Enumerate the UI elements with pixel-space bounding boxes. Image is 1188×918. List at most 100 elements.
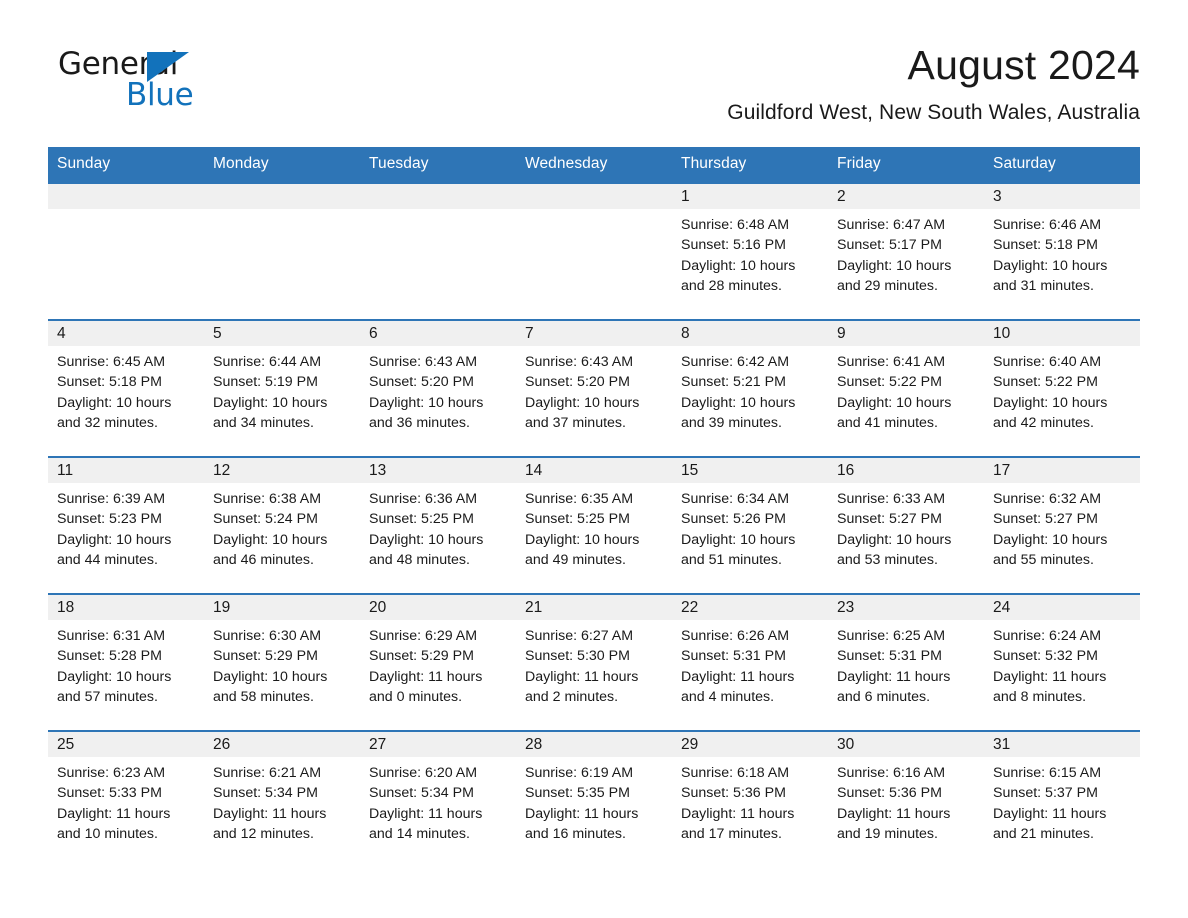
day-number: 3 xyxy=(984,184,1140,209)
day-number: 12 xyxy=(204,458,360,483)
day-detail-line: Sunrise: 6:26 AM xyxy=(681,628,790,644)
day-detail-line: Sunrise: 6:32 AM xyxy=(993,491,1102,507)
day-details: Sunrise: 6:45 AM Sunset: 5:18 PM Daylight:… xyxy=(48,346,204,433)
calendar-day-cell-empty xyxy=(516,182,672,320)
calendar-day-cell[interactable]: 3 Sunrise: 6:46 AM Sunset: 5:18 PM Daylight… xyxy=(984,182,1140,320)
calendar-day-cell[interactable]: 9 Sunrise: 6:41 AM Sunset: 5:22 PM Daylight… xyxy=(828,319,984,457)
generalblue-logo[interactable]: General Blue xyxy=(48,44,248,118)
calendar-day-cell[interactable]: 29 Sunrise: 6:18 AM Sunset: 5:36 PM Dayligh… xyxy=(672,730,828,867)
day-detail-line: Daylight: 11 hours xyxy=(369,668,483,685)
day-number xyxy=(360,184,516,209)
day-detail-line: and 16 minutes. xyxy=(525,825,626,842)
calendar-day-cell[interactable]: 28 Sunrise: 6:19 AM Sunset: 5:35 PM Dayligh… xyxy=(516,730,672,867)
day-details xyxy=(204,209,360,215)
day-detail-line: Sunset: 5:35 PM xyxy=(525,785,630,802)
day-detail-line: Sunset: 5:27 PM xyxy=(993,511,1098,528)
calendar-day-cell[interactable]: 21 Sunrise: 6:27 AM Sunset: 5:30 PM Dayligh… xyxy=(516,593,672,731)
day-detail-line: Sunrise: 6:21 AM xyxy=(213,765,322,781)
weekday-header-monday: Monday xyxy=(204,147,360,183)
day-detail-line: Daylight: 10 hours xyxy=(213,531,328,548)
day-number: 26 xyxy=(204,732,360,757)
day-details: Sunrise: 6:31 AM Sunset: 5:28 PM Daylight:… xyxy=(48,620,204,707)
calendar-week-row: 25 Sunrise: 6:23 AM Sunset: 5:33 PM Dayligh… xyxy=(48,730,1140,867)
day-detail-line: Sunrise: 6:45 AM xyxy=(57,354,166,370)
calendar-day-cell[interactable]: 10 Sunrise: 6:40 AM Sunset: 5:22 PM Dayligh… xyxy=(984,319,1140,457)
day-number: 16 xyxy=(828,458,984,483)
calendar-day-cell[interactable]: 5 Sunrise: 6:44 AM Sunset: 5:19 PM Daylight… xyxy=(204,319,360,457)
day-detail-line: Sunset: 5:24 PM xyxy=(213,511,318,528)
day-detail-line: Sunset: 5:22 PM xyxy=(837,374,942,391)
day-details: Sunrise: 6:36 AM Sunset: 5:25 PM Daylight:… xyxy=(360,483,516,570)
day-detail-line: Sunset: 5:26 PM xyxy=(681,511,786,528)
day-detail-line: and 6 minutes. xyxy=(837,688,931,705)
day-detail-line: Sunrise: 6:24 AM xyxy=(993,628,1102,644)
calendar-day-cell[interactable]: 24 Sunrise: 6:24 AM Sunset: 5:32 PM Dayligh… xyxy=(984,593,1140,731)
calendar-day-cell[interactable]: 19 Sunrise: 6:30 AM Sunset: 5:29 PM Dayligh… xyxy=(204,593,360,731)
day-detail-line: Sunset: 5:20 PM xyxy=(369,374,474,391)
calendar-day-cell[interactable]: 25 Sunrise: 6:23 AM Sunset: 5:33 PM Dayligh… xyxy=(48,730,204,867)
calendar-day-cell[interactable]: 6 Sunrise: 6:43 AM Sunset: 5:20 PM Daylight… xyxy=(360,319,516,457)
day-detail-line: Sunrise: 6:39 AM xyxy=(57,491,166,507)
calendar-week-row: 11 Sunrise: 6:39 AM Sunset: 5:23 PM Dayligh… xyxy=(48,456,1140,594)
day-details: Sunrise: 6:34 AM Sunset: 5:26 PM Daylight:… xyxy=(672,483,828,570)
day-detail-line: Sunrise: 6:23 AM xyxy=(57,765,166,781)
day-detail-line: Sunrise: 6:41 AM xyxy=(837,354,946,370)
day-details xyxy=(516,209,672,215)
day-detail-line: and 19 minutes. xyxy=(837,825,938,842)
calendar-day-cell[interactable]: 16 Sunrise: 6:33 AM Sunset: 5:27 PM Dayligh… xyxy=(828,456,984,594)
day-details: Sunrise: 6:33 AM Sunset: 5:27 PM Daylight:… xyxy=(828,483,984,570)
day-detail-line: and 0 minutes. xyxy=(369,688,463,705)
calendar-day-cell[interactable]: 4 Sunrise: 6:45 AM Sunset: 5:18 PM Daylight… xyxy=(48,319,204,457)
day-details: Sunrise: 6:29 AM Sunset: 5:29 PM Daylight:… xyxy=(360,620,516,707)
calendar-day-cell[interactable]: 30 Sunrise: 6:16 AM Sunset: 5:36 PM Dayligh… xyxy=(828,730,984,867)
day-detail-line: Sunrise: 6:15 AM xyxy=(993,765,1102,781)
calendar-day-cell[interactable]: 22 Sunrise: 6:26 AM Sunset: 5:31 PM Dayligh… xyxy=(672,593,828,731)
calendar-day-cell[interactable]: 20 Sunrise: 6:29 AM Sunset: 5:29 PM Dayligh… xyxy=(360,593,516,731)
weekday-header-friday: Friday xyxy=(828,147,984,183)
day-number: 2 xyxy=(828,184,984,209)
day-detail-line: and 46 minutes. xyxy=(213,551,314,568)
calendar-day-cell[interactable]: 23 Sunrise: 6:25 AM Sunset: 5:31 PM Dayligh… xyxy=(828,593,984,731)
day-detail-line: Daylight: 10 hours xyxy=(369,531,484,548)
day-detail-line: Sunset: 5:34 PM xyxy=(369,785,474,802)
day-details: Sunrise: 6:21 AM Sunset: 5:34 PM Daylight:… xyxy=(204,757,360,844)
calendar-day-cell[interactable]: 27 Sunrise: 6:20 AM Sunset: 5:34 PM Dayligh… xyxy=(360,730,516,867)
day-detail-line: Sunrise: 6:35 AM xyxy=(525,491,634,507)
day-detail-line: and 53 minutes. xyxy=(837,551,938,568)
day-detail-line: Sunrise: 6:25 AM xyxy=(837,628,946,644)
calendar-day-cell[interactable]: 15 Sunrise: 6:34 AM Sunset: 5:26 PM Dayligh… xyxy=(672,456,828,594)
day-detail-line: and 48 minutes. xyxy=(369,551,470,568)
day-number: 21 xyxy=(516,595,672,620)
calendar-day-cell[interactable]: 17 Sunrise: 6:32 AM Sunset: 5:27 PM Dayligh… xyxy=(984,456,1140,594)
day-detail-line: Daylight: 10 hours xyxy=(837,257,952,274)
day-detail-line: Sunrise: 6:47 AM xyxy=(837,217,946,233)
calendar-day-cell[interactable]: 13 Sunrise: 6:36 AM Sunset: 5:25 PM Dayligh… xyxy=(360,456,516,594)
calendar-day-cell[interactable]: 14 Sunrise: 6:35 AM Sunset: 5:25 PM Dayligh… xyxy=(516,456,672,594)
day-detail-line: Sunrise: 6:31 AM xyxy=(57,628,166,644)
weekday-header-sunday: Sunday xyxy=(48,147,204,183)
calendar-day-cell[interactable]: 11 Sunrise: 6:39 AM Sunset: 5:23 PM Dayligh… xyxy=(48,456,204,594)
calendar-day-cell[interactable]: 18 Sunrise: 6:31 AM Sunset: 5:28 PM Dayligh… xyxy=(48,593,204,731)
day-detail-line: and 21 minutes. xyxy=(993,825,1094,842)
day-detail-line: Sunrise: 6:46 AM xyxy=(993,217,1102,233)
calendar-day-cell[interactable]: 26 Sunrise: 6:21 AM Sunset: 5:34 PM Dayligh… xyxy=(204,730,360,867)
day-detail-line: Sunrise: 6:36 AM xyxy=(369,491,478,507)
calendar-day-cell[interactable]: 7 Sunrise: 6:43 AM Sunset: 5:20 PM Daylight… xyxy=(516,319,672,457)
calendar-day-cell[interactable]: 8 Sunrise: 6:42 AM Sunset: 5:21 PM Daylight… xyxy=(672,319,828,457)
day-details: Sunrise: 6:44 AM Sunset: 5:19 PM Daylight:… xyxy=(204,346,360,433)
calendar-day-cell[interactable]: 31 Sunrise: 6:15 AM Sunset: 5:37 PM Dayligh… xyxy=(984,730,1140,867)
day-detail-line: Sunrise: 6:43 AM xyxy=(525,354,634,370)
calendar-day-cell[interactable]: 1 Sunrise: 6:48 AM Sunset: 5:16 PM Daylight… xyxy=(672,182,828,320)
day-detail-line: Daylight: 10 hours xyxy=(525,531,640,548)
day-detail-line: Daylight: 10 hours xyxy=(837,531,952,548)
day-detail-line: Sunset: 5:31 PM xyxy=(681,648,786,665)
day-detail-line: Daylight: 10 hours xyxy=(993,394,1108,411)
day-detail-line: Sunrise: 6:43 AM xyxy=(369,354,478,370)
day-details: Sunrise: 6:39 AM Sunset: 5:23 PM Daylight:… xyxy=(48,483,204,570)
calendar-day-cell[interactable]: 2 Sunrise: 6:47 AM Sunset: 5:17 PM Daylight… xyxy=(828,182,984,320)
day-number: 19 xyxy=(204,595,360,620)
day-number: 8 xyxy=(672,321,828,346)
calendar-day-cell[interactable]: 12 Sunrise: 6:38 AM Sunset: 5:24 PM Dayligh… xyxy=(204,456,360,594)
calendar-week-row: 4 Sunrise: 6:45 AM Sunset: 5:18 PM Daylight… xyxy=(48,319,1140,457)
day-details: Sunrise: 6:46 AM Sunset: 5:18 PM Daylight:… xyxy=(984,209,1140,296)
